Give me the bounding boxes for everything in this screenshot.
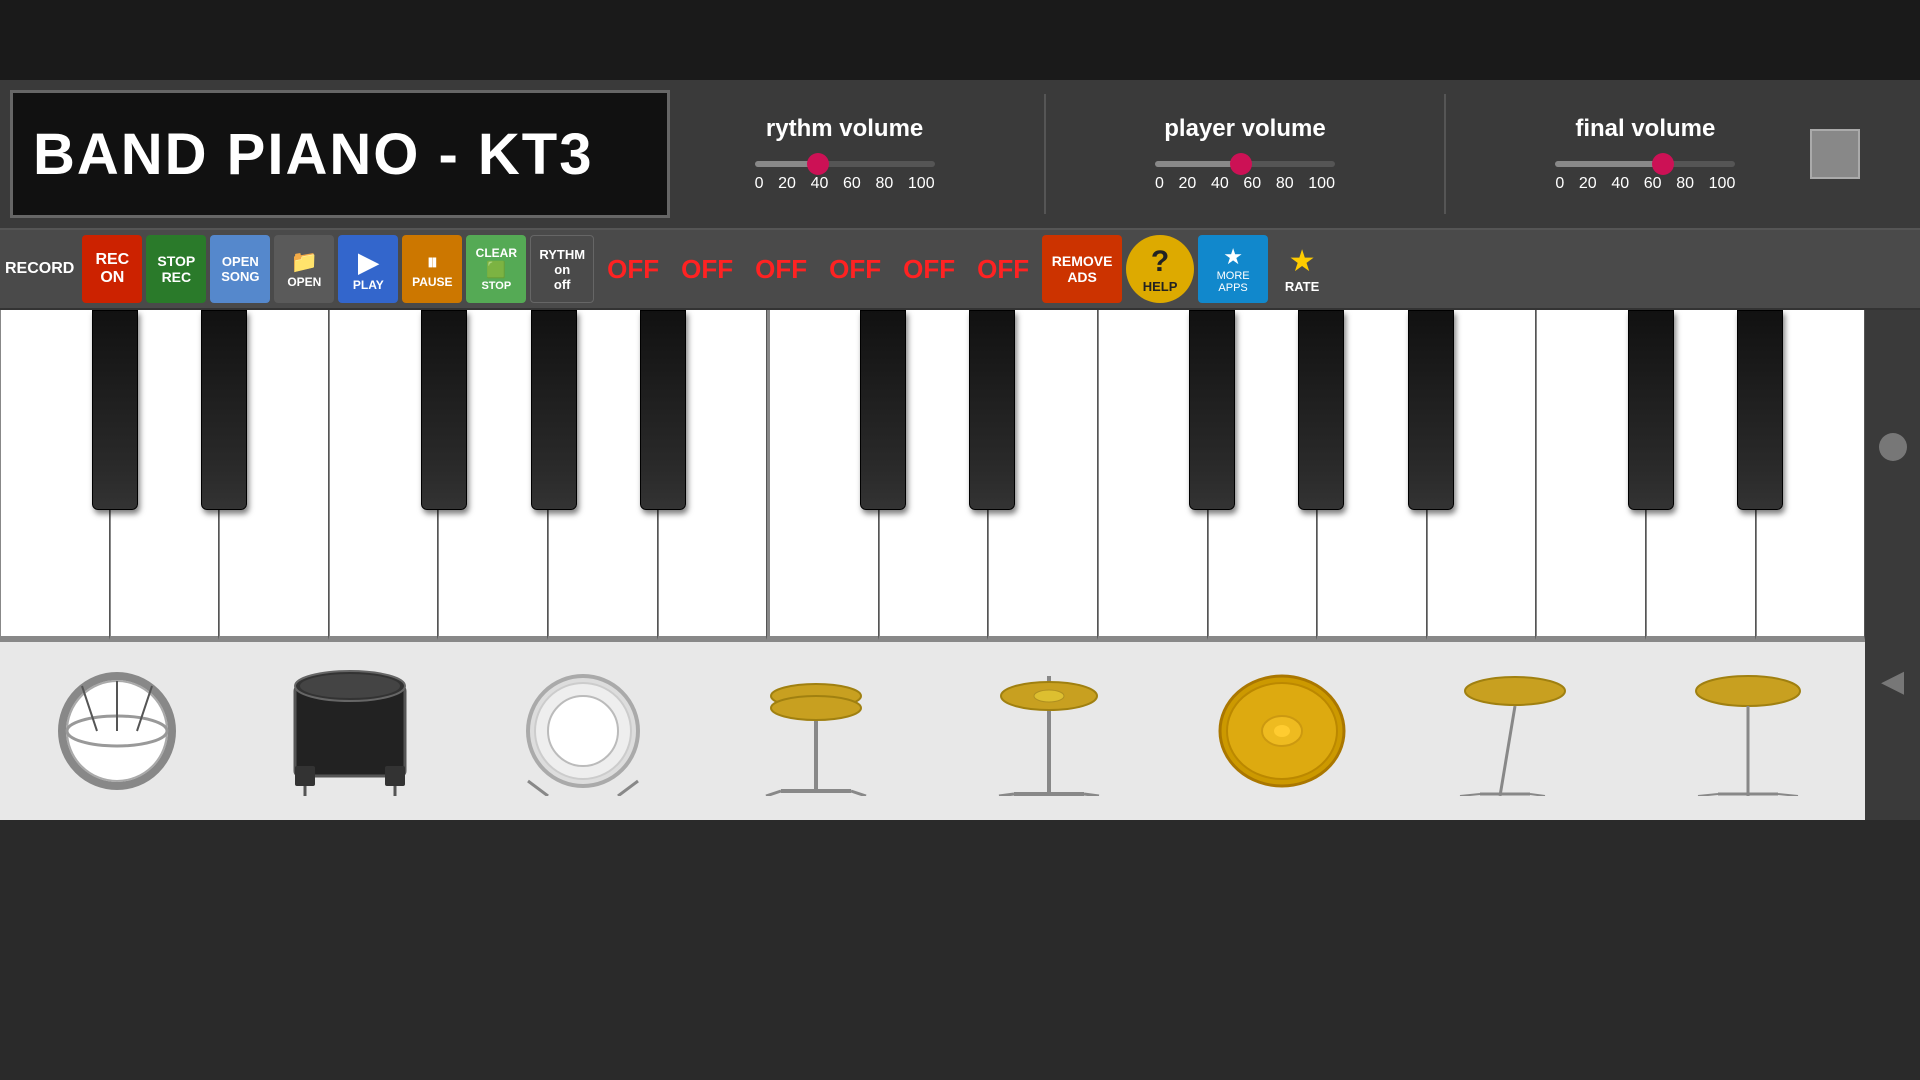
- black-key-1[interactable]: [92, 310, 138, 510]
- black-key-10[interactable]: [1408, 310, 1454, 510]
- black-key-8[interactable]: [1189, 310, 1235, 510]
- player-volume-slider[interactable]: [1155, 161, 1335, 167]
- off-button-5[interactable]: OFF: [894, 235, 964, 303]
- more-apps-button[interactable]: ★ MORE APPS: [1198, 235, 1268, 303]
- scroll-circle[interactable]: [1879, 433, 1907, 461]
- black-key-12[interactable]: [1737, 310, 1783, 510]
- ride-stand-image: [1450, 666, 1580, 796]
- off-button-3[interactable]: OFF: [746, 235, 816, 303]
- final-volume-label: final volume: [1575, 115, 1715, 143]
- rythm-volume-control: rythm volume 020406080100: [735, 115, 955, 193]
- play-button[interactable]: ▶ PLAY: [338, 235, 398, 303]
- hihat-stand-image: [751, 666, 881, 796]
- help-icon: ?: [1151, 245, 1169, 279]
- right-sidebar: ◀: [1865, 310, 1920, 820]
- drum-crash[interactable]: [1166, 642, 1399, 820]
- record-label: RECORD: [5, 260, 74, 278]
- drum-ride[interactable]: [1632, 642, 1865, 820]
- black-key-4[interactable]: [531, 310, 577, 510]
- volume-section: rythm volume 020406080100 player volume …: [680, 80, 1810, 228]
- white-keys-row: [0, 310, 1865, 640]
- star-icon-rate: ★: [1289, 244, 1316, 279]
- rythm-button[interactable]: RYTHM on off: [530, 235, 594, 303]
- black-key-7[interactable]: [969, 310, 1015, 510]
- stop-rec-button[interactable]: STOP REC: [146, 235, 206, 303]
- pause-icon: ⏸: [427, 249, 438, 275]
- folder-icon: 📁: [291, 249, 318, 275]
- remove-ads-button[interactable]: REMOVE ADS: [1042, 235, 1122, 303]
- rythm-volume-slider[interactable]: [755, 161, 935, 167]
- play-icon: ▶: [358, 247, 378, 278]
- ride-image: [1683, 666, 1813, 796]
- stop-icon: 🟩: [486, 260, 506, 280]
- drum-snare[interactable]: [0, 642, 233, 820]
- floor-tom-image: [285, 666, 415, 796]
- final-volume-control: final volume 020406080100: [1535, 115, 1755, 193]
- help-button[interactable]: ? HELP: [1126, 235, 1194, 303]
- drum-hihat-stand[interactable]: [699, 642, 932, 820]
- player-volume-ticks: 020406080100: [1155, 175, 1335, 193]
- black-key-11[interactable]: [1628, 310, 1674, 510]
- rythm-volume-label: rythm volume: [766, 115, 923, 143]
- star-icon-more: ★: [1223, 244, 1243, 270]
- black-key-6[interactable]: [860, 310, 906, 510]
- divider-1: [1044, 94, 1046, 214]
- open-song-button[interactable]: OPEN SONG: [210, 235, 270, 303]
- final-volume-slider[interactable]: [1555, 161, 1735, 167]
- scroll-left-arrow[interactable]: ◀: [1881, 667, 1904, 697]
- final-volume-ticks: 020406080100: [1555, 175, 1735, 193]
- black-key-5[interactable]: [640, 310, 686, 510]
- crash-image: [1212, 666, 1352, 796]
- drum-ride-stand[interactable]: [1399, 642, 1632, 820]
- player-volume-control: player volume 020406080100: [1135, 115, 1355, 193]
- header-section: BAND PIANO - KT3 rythm volume 0204060801…: [0, 80, 1920, 230]
- off-button-4[interactable]: OFF: [820, 235, 890, 303]
- corner-button[interactable]: [1810, 129, 1860, 179]
- hihat-image: [984, 666, 1114, 796]
- drum-hihat[interactable]: [933, 642, 1166, 820]
- clear-stop-button[interactable]: CLEAR 🟩 STOP: [466, 235, 526, 303]
- off-button-2[interactable]: OFF: [672, 235, 742, 303]
- rate-button[interactable]: ★ RATE: [1272, 235, 1332, 303]
- black-key-3[interactable]: [421, 310, 467, 510]
- pause-button[interactable]: ⏸ PAUSE: [402, 235, 462, 303]
- drum-section: [0, 640, 1865, 820]
- drum-floor-tom[interactable]: [233, 642, 466, 820]
- bass-drum-image: [518, 666, 648, 796]
- drum-bass[interactable]: [466, 642, 699, 820]
- app-title: BAND PIANO - KT3: [33, 121, 593, 188]
- rec-on-button[interactable]: REC ON: [82, 235, 142, 303]
- off-button-6[interactable]: OFF: [968, 235, 1038, 303]
- player-volume-label: player volume: [1164, 115, 1325, 143]
- piano-area: [0, 310, 1865, 820]
- piano-wrapper: ◀: [0, 310, 1920, 820]
- logo-box: BAND PIANO - KT3: [10, 90, 670, 218]
- black-key-9[interactable]: [1298, 310, 1344, 510]
- rythm-volume-ticks: 020406080100: [755, 175, 935, 193]
- black-key-2[interactable]: [201, 310, 247, 510]
- toolbar: RECORD REC ON STOP REC OPEN SONG 📁 OPEN …: [0, 230, 1920, 310]
- top-bar: [0, 0, 1920, 80]
- divider-2: [1444, 94, 1446, 214]
- open-button[interactable]: 📁 OPEN: [274, 235, 334, 303]
- off-button-1[interactable]: OFF: [598, 235, 668, 303]
- snare-drum-image: [52, 666, 182, 796]
